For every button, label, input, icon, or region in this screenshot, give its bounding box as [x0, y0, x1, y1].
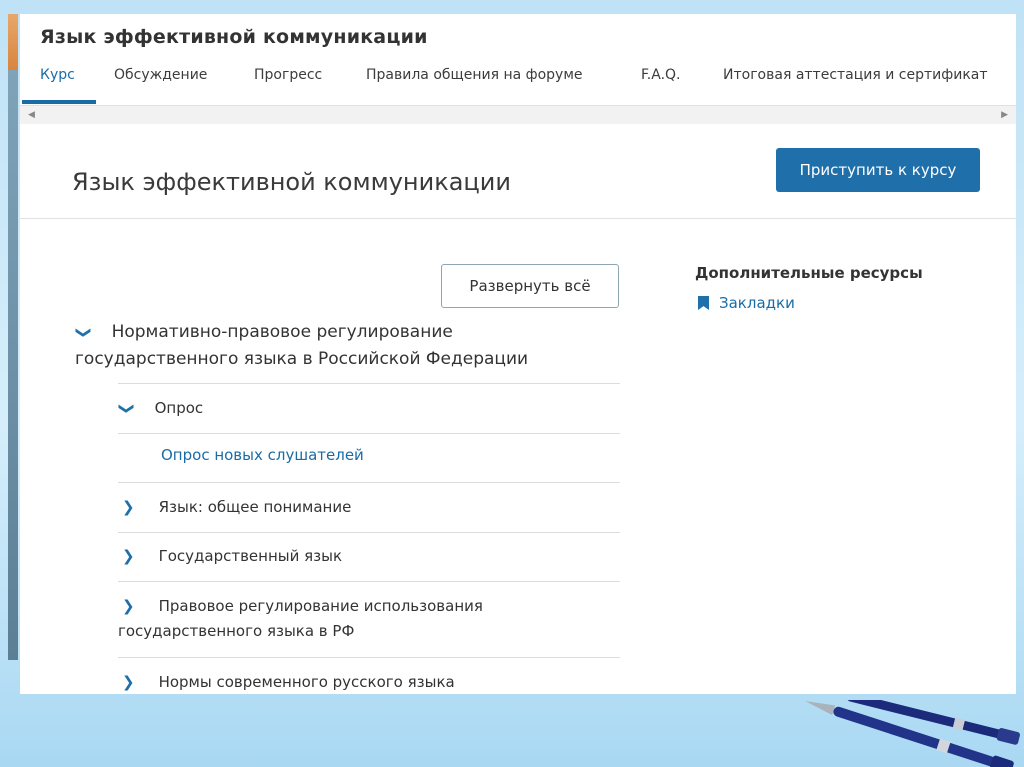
page-title: Язык эффективной коммуникации — [72, 168, 511, 196]
expand-all-button[interactable]: Развернуть всё — [441, 264, 619, 308]
divider — [118, 383, 620, 384]
tab-progress[interactable]: Прогресс — [254, 64, 322, 102]
tab-course[interactable]: Курс — [40, 64, 75, 102]
divider — [118, 532, 620, 533]
divider — [118, 581, 620, 582]
chevron-right-icon[interactable]: ❯ — [122, 670, 135, 694]
subsection-label: Нормы современного русского языка — [158, 673, 455, 691]
subsection-label: Государственный язык — [158, 547, 343, 565]
course-tabs: Курс Обсуждение Прогресс Правила общения… — [20, 64, 1016, 106]
pens-decoration-icon — [805, 700, 1020, 767]
unit-link-new-students-survey[interactable]: Опрос новых слушателей — [161, 446, 364, 464]
chevron-right-icon[interactable]: ❯ — [122, 544, 135, 569]
tab-forum-rules[interactable]: Правила общения на форуме — [366, 64, 583, 102]
course-header: Язык эффективной коммуникации Приступить… — [20, 124, 1016, 219]
scroll-right-icon[interactable]: ▶ — [1001, 110, 1008, 120]
divider — [118, 657, 620, 658]
chevron-right-icon[interactable]: ❯ — [122, 495, 135, 520]
subsection-language-general[interactable]: ❯ Язык: общее понимание — [118, 495, 620, 520]
course-title: Язык эффективной коммуникации — [40, 26, 428, 48]
browser-content: Язык эффективной коммуникации Курс Обсуж… — [20, 14, 1016, 694]
chevron-right-icon[interactable]: ❯ — [122, 594, 135, 619]
tab-faq[interactable]: F.A.Q. — [641, 64, 681, 102]
divider — [118, 482, 620, 483]
subsection-legal-regulation[interactable]: ❯ Правовое регулирование использования го… — [118, 594, 620, 644]
bookmarks-label: Закладки — [719, 294, 795, 312]
start-course-button[interactable]: Приступить к курсу — [776, 148, 980, 192]
subsection-label: Язык: общее понимание — [158, 498, 352, 516]
slide-decoration-strip — [8, 70, 18, 660]
chevron-down-icon[interactable]: ❯ — [70, 326, 97, 339]
section-title: Нормативно-правовое регулирование госуда… — [75, 322, 529, 369]
subsection-survey[interactable]: ❯ Опрос — [118, 396, 620, 421]
subsection-label: Опрос — [154, 399, 204, 417]
resources-title: Дополнительные ресурсы — [695, 264, 923, 282]
horizontal-scrollbar[interactable]: ◀ ▶ — [20, 105, 1016, 125]
tab-final-certification[interactable]: Итоговая аттестация и сертификат — [723, 64, 988, 102]
subsection-modern-russian-norms[interactable]: ❯ Нормы современного русского языка — [118, 670, 620, 694]
scroll-left-icon[interactable]: ◀ — [28, 110, 35, 120]
subsection-state-language[interactable]: ❯ Государственный язык — [118, 544, 620, 569]
subsection-label: Правовое регулирование использования гос… — [118, 597, 483, 640]
section-heading[interactable]: ❯ Нормативно-правовое регулирование госуд… — [75, 319, 620, 373]
bookmarks-link[interactable]: Закладки — [698, 294, 795, 312]
tab-discussion[interactable]: Обсуждение — [114, 64, 207, 102]
active-tab-indicator — [22, 100, 96, 104]
slide-decoration-orange — [8, 14, 18, 70]
bookmark-icon — [698, 296, 709, 310]
chevron-down-icon[interactable]: ❯ — [114, 402, 139, 415]
divider — [118, 433, 620, 434]
